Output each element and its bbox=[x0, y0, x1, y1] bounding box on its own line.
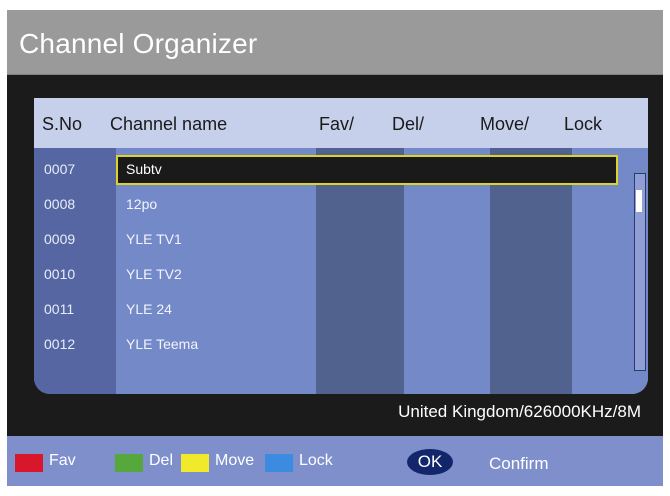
channel-organizer-screen: Channel Organizer S.No Channel name Fav/… bbox=[7, 10, 663, 486]
frequency-status: United Kingdom/626000KHz/8M bbox=[398, 402, 641, 421]
header-sno: S.No bbox=[42, 114, 83, 134]
row-sno: 0008 bbox=[44, 196, 76, 212]
table-row[interactable]: 0007 Subtv bbox=[34, 152, 634, 186]
legend-fav-label: Fav bbox=[49, 452, 76, 469]
header-channel-name: Channel name bbox=[110, 114, 228, 134]
channel-table: S.No Channel name Fav/ Del/ Move/ Lock 0… bbox=[34, 98, 648, 394]
row-sno: 0012 bbox=[44, 336, 76, 352]
blue-key-icon bbox=[265, 454, 293, 472]
row-channel-name: YLE TV1 bbox=[126, 231, 182, 247]
table-row[interactable]: 0009 YLE TV1 bbox=[34, 222, 634, 256]
scroll-thumb[interactable] bbox=[636, 190, 642, 212]
header-lock: Lock bbox=[564, 114, 603, 134]
legend-lock-label: Lock bbox=[299, 452, 333, 469]
row-channel-name: YLE 24 bbox=[126, 301, 172, 317]
table-header: S.No Channel name Fav/ Del/ Move/ Lock bbox=[34, 98, 648, 148]
title-bar: Channel Organizer bbox=[7, 10, 663, 75]
table-row[interactable]: 0010 YLE TV2 bbox=[34, 257, 634, 291]
confirm-label: Confirm bbox=[489, 454, 549, 473]
legend-move-label: Move bbox=[215, 452, 255, 469]
row-sno: 0011 bbox=[44, 301, 75, 317]
row-sno: 0009 bbox=[44, 231, 76, 247]
page-title: Channel Organizer bbox=[19, 28, 258, 59]
table-row[interactable]: 0011 YLE 24 bbox=[34, 292, 634, 326]
key-legend-bar: Fav Del Move Lock OK Confirm bbox=[7, 436, 663, 486]
header-fav: Fav/ bbox=[319, 114, 355, 134]
row-sno: 0007 bbox=[44, 161, 76, 177]
row-channel-name: Subtv bbox=[126, 161, 162, 177]
legend-del-label: Del bbox=[149, 452, 174, 469]
table-row[interactable]: 0012 YLE Teema bbox=[34, 327, 634, 361]
header-del: Del/ bbox=[392, 114, 425, 134]
red-key-icon bbox=[15, 454, 43, 472]
row-channel-name: YLE TV2 bbox=[126, 266, 182, 282]
green-key-icon bbox=[115, 454, 143, 472]
ok-button[interactable]: OK bbox=[407, 449, 453, 475]
row-sno: 0010 bbox=[44, 266, 76, 282]
yellow-key-icon bbox=[181, 454, 209, 472]
scrollbar[interactable] bbox=[634, 173, 646, 371]
row-channel-name: 12po bbox=[126, 196, 158, 212]
header-move: Move/ bbox=[480, 114, 530, 134]
table-row[interactable]: 0008 12po bbox=[34, 187, 634, 221]
row-channel-name: YLE Teema bbox=[126, 336, 199, 352]
selection-highlight bbox=[116, 155, 618, 185]
